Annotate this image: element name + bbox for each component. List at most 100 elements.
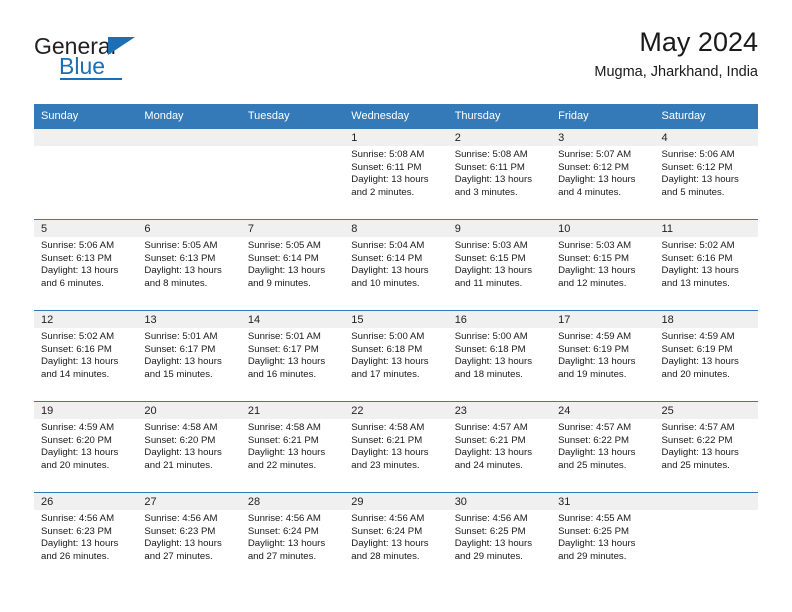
daylight-text-line2: and 9 minutes. [247, 277, 311, 289]
day-cell[interactable]: 31 Sunrise: 4:55 AM Sunset: 6:25 PM Dayl… [551, 493, 655, 583]
day-cell[interactable]: 1 Sunrise: 5:08 AM Sunset: 6:11 PM Dayli… [344, 129, 448, 219]
day-cell[interactable]: 19 Sunrise: 4:59 AM Sunset: 6:20 PM Dayl… [34, 402, 138, 492]
daylight-text-line1: Daylight: 13 hours [351, 447, 429, 459]
sunrise-text: Sunrise: 5:02 AM [41, 331, 115, 342]
day-cell[interactable]: 24 Sunrise: 4:57 AM Sunset: 6:22 PM Dayl… [551, 402, 655, 492]
sunset-text: Sunset: 6:14 PM [247, 252, 319, 264]
sunset-text: Sunset: 6:19 PM [558, 343, 630, 355]
day-number: 24 [551, 402, 655, 419]
day-details: Sunrise: 4:57 AM Sunset: 6:22 PM Dayligh… [655, 419, 758, 472]
sunset-text: Sunset: 6:24 PM [351, 525, 423, 537]
week-row: 12 Sunrise: 5:02 AM Sunset: 6:16 PM Dayl… [34, 310, 758, 401]
sunset-text: Sunset: 6:21 PM [454, 434, 526, 446]
sunset-text: Sunset: 6:22 PM [661, 434, 733, 446]
day-cell[interactable]: 4 Sunrise: 5:06 AM Sunset: 6:12 PM Dayli… [654, 129, 758, 219]
page-title: May 2024 [639, 27, 758, 57]
day-cell[interactable]: 2 Sunrise: 5:08 AM Sunset: 6:11 PM Dayli… [447, 129, 552, 219]
day-cell[interactable]: 3 Sunrise: 5:07 AM Sunset: 6:12 PM Dayli… [551, 129, 655, 219]
sunset-text: Sunset: 6:20 PM [144, 434, 216, 446]
sunrise-text: Sunrise: 4:57 AM [454, 422, 528, 433]
daylight-text-line2: and 27 minutes. [247, 550, 317, 562]
day-cell[interactable]: 6 Sunrise: 5:05 AM Sunset: 6:13 PM Dayli… [137, 220, 241, 310]
day-cell[interactable]: 30 Sunrise: 4:56 AM Sunset: 6:25 PM Dayl… [447, 493, 552, 583]
day-number: 31 [551, 493, 655, 510]
day-details: Sunrise: 5:04 AM Sunset: 6:14 PM Dayligh… [344, 237, 447, 290]
day-cell[interactable] [34, 129, 138, 219]
day-cell[interactable]: 7 Sunrise: 5:05 AM Sunset: 6:14 PM Dayli… [240, 220, 345, 310]
day-details: Sunrise: 4:56 AM Sunset: 6:24 PM Dayligh… [241, 510, 344, 563]
sunrise-text: Sunrise: 4:57 AM [558, 422, 632, 433]
sunset-text: Sunset: 6:12 PM [558, 161, 630, 173]
day-details: Sunrise: 5:03 AM Sunset: 6:15 PM Dayligh… [551, 237, 654, 290]
daylight-text-line1: Daylight: 13 hours [558, 356, 636, 368]
daylight-text-line1: Daylight: 13 hours [558, 538, 636, 550]
day-cell[interactable]: 14 Sunrise: 5:01 AM Sunset: 6:17 PM Dayl… [240, 311, 345, 401]
day-details [137, 146, 240, 149]
day-details: Sunrise: 4:58 AM Sunset: 6:21 PM Dayligh… [344, 419, 447, 472]
day-cell[interactable]: 20 Sunrise: 4:58 AM Sunset: 6:20 PM Dayl… [137, 402, 241, 492]
sunset-text: Sunset: 6:17 PM [247, 343, 319, 355]
daylight-text-line1: Daylight: 13 hours [41, 265, 119, 277]
daylight-text-line1: Daylight: 13 hours [41, 356, 119, 368]
day-cell[interactable]: 29 Sunrise: 4:56 AM Sunset: 6:24 PM Dayl… [344, 493, 448, 583]
day-details: Sunrise: 4:57 AM Sunset: 6:21 PM Dayligh… [448, 419, 551, 472]
daylight-text-line2: and 25 minutes. [661, 459, 730, 471]
daylight-text-line2: and 19 minutes. [558, 368, 627, 380]
day-cell[interactable]: 18 Sunrise: 4:59 AM Sunset: 6:19 PM Dayl… [654, 311, 758, 401]
day-cell[interactable] [240, 129, 345, 219]
day-cell[interactable]: 9 Sunrise: 5:03 AM Sunset: 6:15 PM Dayli… [447, 220, 552, 310]
day-number: 25 [654, 402, 758, 419]
sunset-text: Sunset: 6:15 PM [454, 252, 526, 264]
day-details [241, 146, 344, 149]
page-subtitle: Mugma, Jharkhand, India [594, 64, 758, 80]
day-cell[interactable]: 11 Sunrise: 5:02 AM Sunset: 6:16 PM Dayl… [654, 220, 758, 310]
sunrise-text: Sunrise: 4:56 AM [144, 513, 218, 524]
daylight-text-line1: Daylight: 13 hours [351, 356, 429, 368]
daylight-text-line2: and 24 minutes. [454, 459, 523, 471]
day-cell[interactable]: 25 Sunrise: 4:57 AM Sunset: 6:22 PM Dayl… [654, 402, 758, 492]
daylight-text-line1: Daylight: 13 hours [558, 447, 636, 459]
day-details [655, 510, 758, 513]
general-blue-logo[interactable]: General Blue [34, 34, 244, 90]
day-cell[interactable]: 26 Sunrise: 4:56 AM Sunset: 6:23 PM Dayl… [34, 493, 138, 583]
day-cell[interactable]: 5 Sunrise: 5:06 AM Sunset: 6:13 PM Dayli… [34, 220, 138, 310]
daylight-text-line2: and 13 minutes. [661, 277, 730, 289]
day-cell[interactable]: 28 Sunrise: 4:56 AM Sunset: 6:24 PM Dayl… [240, 493, 345, 583]
day-cell[interactable]: 22 Sunrise: 4:58 AM Sunset: 6:21 PM Dayl… [344, 402, 448, 492]
day-details: Sunrise: 4:56 AM Sunset: 6:23 PM Dayligh… [137, 510, 240, 563]
day-cell[interactable] [654, 493, 758, 583]
sunrise-text: Sunrise: 4:56 AM [454, 513, 528, 524]
week-row: 5 Sunrise: 5:06 AM Sunset: 6:13 PM Dayli… [34, 219, 758, 310]
daylight-text-line2: and 27 minutes. [144, 550, 213, 562]
day-number: 23 [447, 402, 552, 419]
sunset-text: Sunset: 6:18 PM [351, 343, 423, 355]
day-cell[interactable]: 10 Sunrise: 5:03 AM Sunset: 6:15 PM Dayl… [551, 220, 655, 310]
day-cell[interactable]: 23 Sunrise: 4:57 AM Sunset: 6:21 PM Dayl… [447, 402, 552, 492]
day-details [34, 146, 137, 149]
day-cell[interactable]: 17 Sunrise: 4:59 AM Sunset: 6:19 PM Dayl… [551, 311, 655, 401]
sunrise-text: Sunrise: 4:56 AM [351, 513, 425, 524]
day-cell[interactable]: 27 Sunrise: 4:56 AM Sunset: 6:23 PM Dayl… [137, 493, 241, 583]
sunrise-text: Sunrise: 5:08 AM [454, 149, 528, 160]
sunrise-text: Sunrise: 4:55 AM [558, 513, 632, 524]
weekday-header-row: Sunday Monday Tuesday Wednesday Thursday… [34, 104, 758, 128]
daylight-text-line2: and 10 minutes. [351, 277, 420, 289]
day-cell[interactable]: 12 Sunrise: 5:02 AM Sunset: 6:16 PM Dayl… [34, 311, 138, 401]
day-number: 29 [344, 493, 448, 510]
day-cell[interactable] [137, 129, 241, 219]
day-details: Sunrise: 5:00 AM Sunset: 6:18 PM Dayligh… [448, 328, 551, 381]
logo-underline [60, 78, 122, 80]
day-cell[interactable]: 15 Sunrise: 5:00 AM Sunset: 6:18 PM Dayl… [344, 311, 448, 401]
daylight-text-line1: Daylight: 13 hours [144, 356, 222, 368]
day-number: 27 [137, 493, 241, 510]
daylight-text-line1: Daylight: 13 hours [41, 447, 119, 459]
day-cell[interactable]: 13 Sunrise: 5:01 AM Sunset: 6:17 PM Dayl… [137, 311, 241, 401]
day-cell[interactable]: 21 Sunrise: 4:58 AM Sunset: 6:21 PM Dayl… [240, 402, 345, 492]
day-cell[interactable]: 8 Sunrise: 5:04 AM Sunset: 6:14 PM Dayli… [344, 220, 448, 310]
weekday-header-thursday: Thursday [454, 110, 501, 122]
day-cell[interactable]: 16 Sunrise: 5:00 AM Sunset: 6:18 PM Dayl… [447, 311, 552, 401]
day-details: Sunrise: 4:59 AM Sunset: 6:19 PM Dayligh… [655, 328, 758, 381]
daylight-text-line1: Daylight: 13 hours [454, 174, 533, 186]
sunset-text: Sunset: 6:23 PM [144, 525, 216, 537]
daylight-text-line1: Daylight: 13 hours [247, 538, 326, 550]
